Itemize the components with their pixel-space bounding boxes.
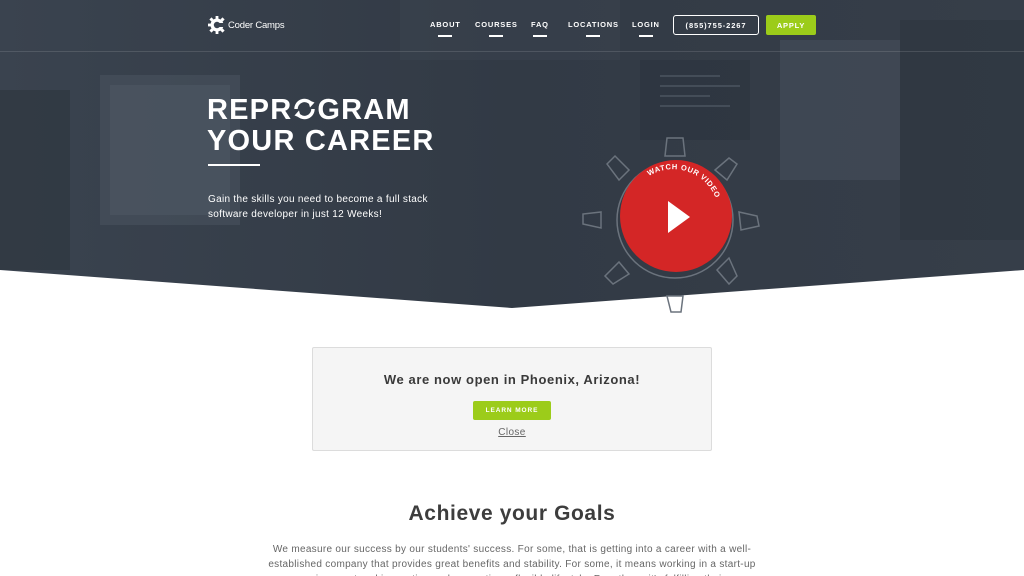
apply-button[interactable]: APPLY (766, 15, 816, 35)
nav-underline (489, 35, 504, 37)
hero-subtext: Gain the skills you need to become a ful… (208, 194, 428, 220)
hero-headline: REPR GRAM YOUR CAREER (207, 95, 435, 157)
headline-line-2: YOUR CAREER (207, 125, 435, 157)
nav-underline (638, 35, 653, 37)
nav-item-about[interactable]: ABOUT (430, 20, 461, 37)
headline-part: REPR (207, 94, 293, 126)
top-nav: Coder Camps ABOUT COURSES FAQ LOCATIONS … (0, 0, 1024, 52)
video-label: WATCH OUR VIDEO (646, 162, 722, 199)
nav-item-faq[interactable]: FAQ (531, 20, 549, 37)
gear-logo-icon (208, 16, 227, 34)
headline-part: GRAM (317, 94, 411, 126)
brand-name: Coder Camps (228, 19, 285, 31)
nav-item-login[interactable]: LOGIN (632, 20, 660, 37)
nav-underline (438, 35, 453, 37)
nav-item-label: COURSES (475, 20, 518, 29)
announcement-title: We are now open in Phoenix, Arizona! (383, 372, 641, 387)
nav-item-courses[interactable]: COURSES (475, 20, 518, 37)
nav-item-label: LOCATIONS (568, 20, 619, 29)
nav-underline (532, 35, 547, 37)
nav-item-locations[interactable]: LOCATIONS (568, 20, 619, 37)
close-link[interactable]: Close (313, 427, 711, 438)
nav-item-label: ABOUT (430, 20, 461, 29)
video-label-ring: WATCH OUR VIDEO (646, 162, 723, 199)
phone-button[interactable]: (855)755-2267 (673, 15, 759, 35)
nav-item-label: FAQ (531, 20, 549, 29)
goals-paragraph: We measure our success by our students' … (268, 544, 756, 576)
svg-text:WATCH OUR VIDEO: WATCH OUR VIDEO (646, 162, 723, 199)
nav-underline (586, 35, 601, 37)
watch-video-button[interactable]: WATCH OUR VIDEO (579, 128, 771, 316)
headline-line-1: REPR GRAM (207, 95, 435, 126)
announcement-box: We are now open in Phoenix, Arizona! LEA… (312, 347, 712, 451)
headline-divider (208, 164, 260, 166)
brand-logo[interactable]: Coder Camps (207, 15, 285, 35)
goals-heading: Achieve your Goals (408, 502, 616, 525)
nav-item-label: LOGIN (632, 20, 660, 29)
learn-more-button[interactable]: LEARN MORE (473, 401, 551, 420)
hero-section: Coder Camps ABOUT COURSES FAQ LOCATIONS … (0, 0, 1024, 320)
refresh-cycle-icon (292, 96, 317, 120)
